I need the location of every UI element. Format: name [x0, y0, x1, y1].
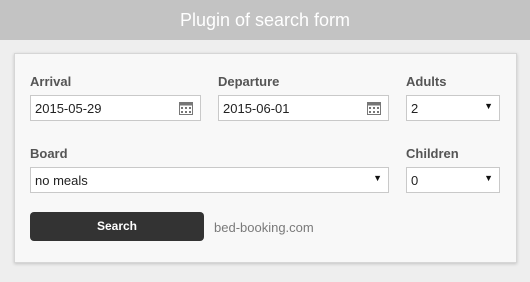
- children-label: Children: [406, 146, 459, 161]
- arrival-date-value: 2015-05-29: [35, 101, 102, 116]
- bed-booking-link[interactable]: bed-booking.com: [214, 220, 314, 235]
- adults-label: Adults: [406, 74, 447, 89]
- chevron-down-icon: ▼: [484, 173, 493, 183]
- page-title: Plugin of search form: [0, 0, 530, 40]
- adults-select[interactable]: 2 ▼: [406, 95, 500, 121]
- children-selected-value: 0: [411, 173, 419, 188]
- departure-date-input[interactable]: 2015-06-01: [218, 95, 389, 121]
- chevron-down-icon: ▼: [373, 173, 382, 183]
- board-select[interactable]: no meals ▼: [30, 167, 389, 193]
- departure-label: Departure: [218, 74, 280, 89]
- search-form-panel: Arrival 2015-05-29 Departure 2015-06-01: [14, 53, 517, 263]
- arrival-date-input[interactable]: 2015-05-29: [30, 95, 201, 121]
- calendar-icon[interactable]: [179, 101, 193, 115]
- calendar-icon[interactable]: [367, 101, 381, 115]
- arrival-label: Arrival: [30, 74, 72, 89]
- board-label: Board: [30, 146, 68, 161]
- search-button[interactable]: Search: [30, 212, 204, 241]
- adults-selected-value: 2: [411, 101, 419, 116]
- children-select[interactable]: 0 ▼: [406, 167, 500, 193]
- board-selected-value: no meals: [35, 173, 88, 188]
- departure-date-value: 2015-06-01: [223, 101, 290, 116]
- chevron-down-icon: ▼: [484, 101, 493, 111]
